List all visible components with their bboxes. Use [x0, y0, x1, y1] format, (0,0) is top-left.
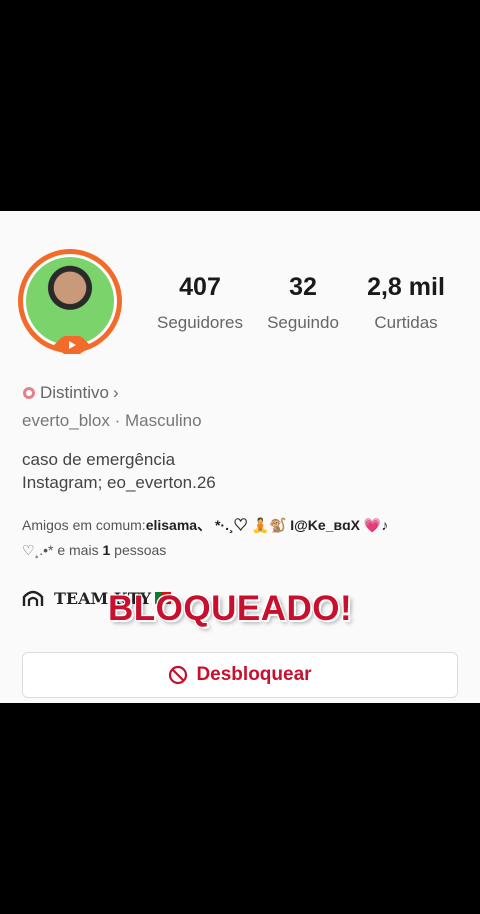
followers-count[interactable]: 407: [150, 273, 250, 302]
unblock-label: Desbloquear: [196, 664, 312, 685]
mutual-line2-prefix: ♡¸.•* e mais: [22, 542, 103, 558]
team-icon: [22, 590, 44, 606]
following-count[interactable]: 32: [253, 273, 353, 302]
likes-label: Curtidas: [374, 313, 438, 332]
followers-label[interactable]: Seguidores: [145, 313, 255, 333]
username-gender: everto_blox · Masculino: [22, 411, 202, 430]
mutual-friends-line-1[interactable]: Amigos em comum:elisama、 *·.¸♡ 🧘🐒 I@Ke_в…: [22, 515, 388, 535]
bio-line-1: caso de emergência: [22, 450, 176, 469]
unblock-button[interactable]: Desbloquear: [22, 652, 458, 698]
likes-count: 2,8 mil: [367, 273, 445, 301]
blocked-overlay-text: BLOQUEADO!: [108, 589, 353, 628]
live-badge-icon: [54, 336, 90, 354]
chevron-right-icon: ›: [112, 383, 119, 402]
avatar-photo: [26, 257, 114, 345]
badge-label: Distintivo: [40, 383, 109, 402]
mutual-suffix: pessoas: [110, 542, 167, 558]
badge-link[interactable]: Distintivo ›: [22, 383, 119, 403]
bio-line-2: Instagram; eo_everton.26: [22, 473, 216, 492]
following-label[interactable]: Seguindo: [253, 313, 353, 333]
profile-panel: 407 Seguidores 32 Seguindo 2,8 mil Curti…: [0, 211, 480, 703]
block-icon: [169, 665, 188, 685]
avatar[interactable]: [18, 249, 128, 359]
mutual-prefix: Amigos em comum:: [22, 517, 146, 533]
mutual-names: elisama、 *·.¸♡ 🧘🐒 I@Ke_вɑX 💗♪: [145, 517, 389, 533]
mutual-friends-line-2[interactable]: ♡¸.•* e mais 1 pessoas: [22, 542, 166, 559]
badge-icon: [23, 387, 35, 399]
